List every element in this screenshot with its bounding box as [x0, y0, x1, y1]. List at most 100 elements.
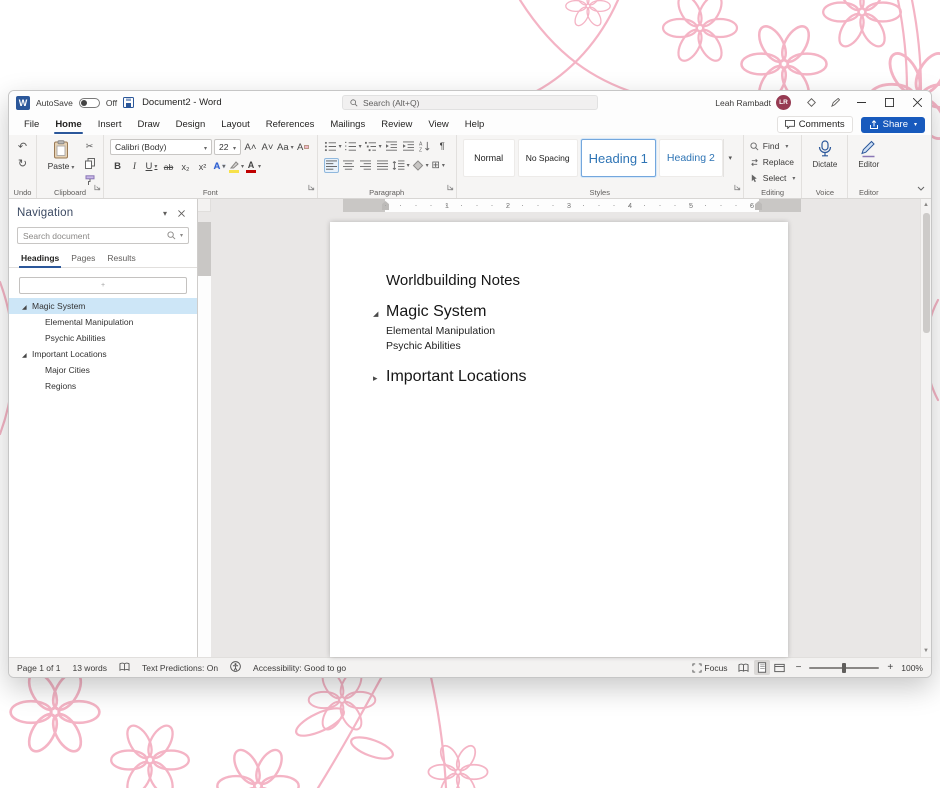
maximize-button[interactable] — [875, 91, 903, 114]
navigation-options-button[interactable]: ▾ — [157, 206, 173, 220]
nav-heading-item[interactable]: Regions — [9, 378, 197, 394]
increase-indent-button[interactable] — [401, 139, 416, 154]
pen-icon[interactable] — [823, 91, 847, 114]
copy-button[interactable] — [82, 156, 97, 171]
font-size-combo[interactable]: 22 — [214, 139, 241, 155]
menu-tab[interactable]: Layout — [214, 116, 257, 133]
cut-button[interactable] — [82, 139, 97, 154]
tab-selector-box[interactable] — [198, 199, 211, 212]
menu-tab[interactable]: References — [259, 116, 322, 133]
justify-button[interactable] — [375, 158, 390, 173]
horizontal-ruler[interactable]: 123456 — [211, 199, 920, 212]
search-options-caret-icon[interactable]: ▾ — [180, 232, 183, 239]
menu-tab[interactable]: Review — [374, 116, 419, 133]
collapse-triangle-icon[interactable] — [22, 301, 32, 311]
find-button[interactable]: Find — [750, 139, 796, 153]
nav-tab[interactable]: Headings — [17, 250, 63, 267]
page-count-status[interactable]: Page 1 of 1 — [17, 663, 60, 673]
select-button[interactable]: Select — [750, 171, 796, 185]
align-left-button[interactable] — [324, 158, 339, 173]
menu-tab[interactable]: Insert — [91, 116, 129, 133]
clear-formatting-button[interactable]: A — [296, 140, 311, 155]
paragraph-dialog-launcher[interactable] — [447, 178, 454, 196]
doc-paragraph[interactable]: Elemental Manipulation — [386, 324, 732, 339]
heading-collapse-icon[interactable] — [373, 368, 378, 386]
decrease-indent-button[interactable] — [384, 139, 399, 154]
user-name[interactable]: Leah Rambadt — [715, 98, 771, 108]
bold-button[interactable]: B — [110, 159, 125, 174]
redo-button[interactable] — [15, 156, 30, 171]
menu-tab[interactable]: Draw — [130, 116, 166, 133]
nav-heading-item[interactable]: Magic System — [9, 298, 197, 314]
font-name-combo[interactable]: Calibri (Body) — [110, 139, 212, 155]
accessibility-status[interactable]: Accessibility: Good to go — [253, 663, 346, 673]
menu-tab[interactable]: Home — [48, 116, 88, 133]
doc-paragraph-title[interactable]: Worldbuilding Notes — [386, 272, 732, 289]
zoom-in-button[interactable]: + — [887, 662, 893, 673]
word-app-icon[interactable]: W — [16, 96, 30, 110]
word-count-status[interactable]: 13 words — [72, 663, 107, 673]
zoom-slider-handle[interactable] — [842, 663, 846, 673]
numbering-button[interactable] — [344, 139, 362, 154]
print-layout-button[interactable] — [754, 660, 770, 675]
shading-button[interactable] — [412, 158, 429, 173]
save-button[interactable] — [123, 97, 134, 108]
align-right-button[interactable] — [358, 158, 373, 173]
clipboard-dialog-launcher[interactable] — [94, 178, 101, 196]
heading-collapse-icon[interactable] — [373, 303, 378, 321]
subscript-button[interactable]: x₂ — [178, 159, 193, 174]
menu-tab[interactable]: View — [421, 116, 455, 133]
grow-font-button[interactable]: A˄ — [243, 140, 258, 155]
underline-button[interactable]: U — [144, 159, 159, 174]
diamond-icon[interactable] — [799, 91, 823, 114]
line-spacing-button[interactable] — [392, 158, 410, 173]
menu-tab[interactable]: Help — [458, 116, 492, 133]
collapse-ribbon-button[interactable] — [917, 178, 925, 196]
undo-button[interactable] — [15, 139, 30, 154]
menu-tab[interactable]: File — [17, 116, 46, 133]
vertical-ruler[interactable] — [198, 212, 211, 657]
align-center-button[interactable] — [341, 158, 356, 173]
superscript-button[interactable]: x² — [195, 159, 210, 174]
style-option[interactable]: Heading 2 — [659, 139, 723, 177]
comments-button[interactable]: Comments — [777, 116, 853, 133]
bullets-button[interactable] — [324, 139, 342, 154]
nav-heading-item[interactable]: Major Cities — [9, 362, 197, 378]
text-predictions-status[interactable]: Text Predictions: On — [142, 663, 218, 673]
style-option[interactable]: No Spacing — [518, 139, 578, 177]
close-button[interactable] — [903, 91, 931, 114]
doc-paragraph[interactable]: Psychic Abilities — [386, 339, 732, 354]
read-mode-button[interactable] — [736, 660, 752, 675]
vertical-scrollbar[interactable]: ▲ ▼ — [920, 199, 931, 657]
highlight-color-button[interactable] — [229, 159, 244, 174]
nav-heading-item[interactable]: Elemental Manipulation — [9, 314, 197, 330]
strikethrough-button[interactable]: ab — [161, 159, 176, 174]
nav-search-input[interactable]: Search document ▾ — [17, 227, 189, 244]
style-option[interactable]: Heading 1 — [581, 139, 656, 177]
font-dialog-launcher[interactable] — [308, 178, 315, 196]
nav-heading-item[interactable]: Important Locations — [9, 346, 197, 362]
style-option[interactable]: Normal — [463, 139, 515, 177]
show-formatting-marks-button[interactable]: ¶ — [435, 139, 450, 154]
text-effects-button[interactable]: A — [212, 159, 227, 174]
search-box[interactable]: Search (Alt+Q) — [342, 95, 598, 110]
sort-button[interactable]: AZ — [418, 139, 433, 154]
multilevel-list-button[interactable] — [364, 139, 382, 154]
zoom-level[interactable]: 100% — [901, 663, 923, 673]
styles-dialog-launcher[interactable] — [734, 178, 741, 196]
scroll-up-icon[interactable]: ▲ — [923, 199, 929, 211]
navigation-close-button[interactable] — [173, 206, 189, 220]
nav-tab[interactable]: Pages — [67, 250, 99, 267]
change-case-button[interactable]: Aa — [277, 140, 294, 155]
italic-button[interactable]: I — [127, 159, 142, 174]
borders-button[interactable] — [431, 158, 446, 173]
scroll-down-icon[interactable]: ▼ — [923, 645, 929, 657]
replace-button[interactable]: Replace — [750, 155, 796, 169]
editor-button[interactable]: Editor — [854, 139, 883, 170]
minimize-button[interactable] — [847, 91, 875, 114]
doc-paragraph[interactable]: Important Locations — [386, 368, 732, 386]
document-page[interactable]: Worldbuilding Notes Magic System Element… — [330, 222, 788, 657]
menu-tab[interactable]: Mailings — [323, 116, 372, 133]
nav-tab[interactable]: Results — [103, 250, 139, 267]
font-color-button[interactable]: A — [246, 159, 261, 174]
